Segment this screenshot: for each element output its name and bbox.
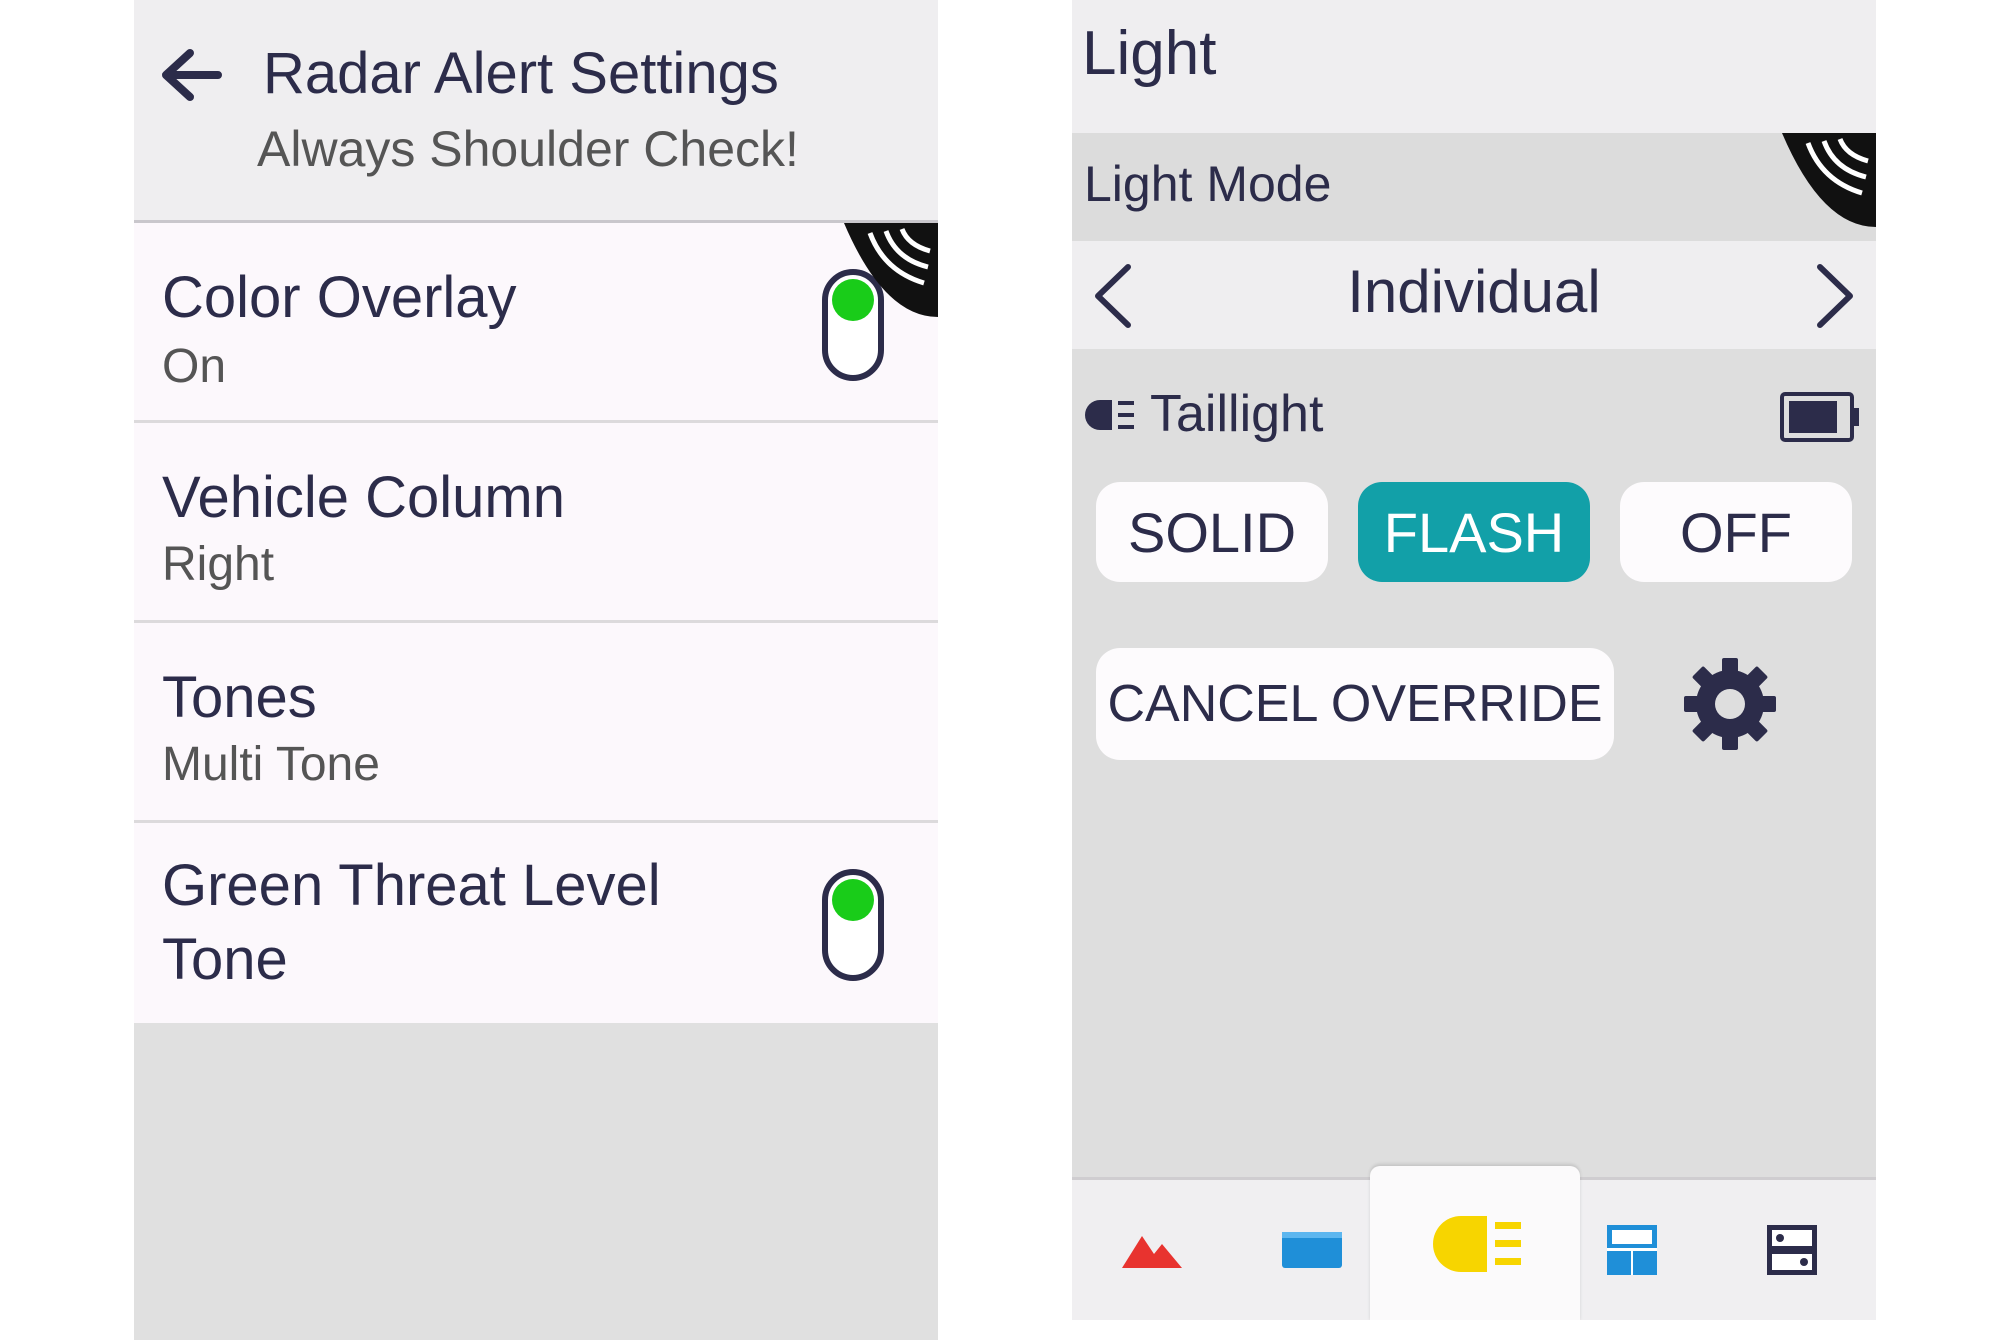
green-threat-tone-toggle[interactable] [822,869,884,981]
light-mode-value: Individual [1347,258,1601,325]
solid-button[interactable]: SOLID [1096,482,1328,582]
page-title: Radar Alert Settings [263,41,779,106]
radar-alert-settings-screen: Radar Alert Settings Always Shoulder Che… [134,0,938,1340]
off-button[interactable]: OFF [1620,482,1852,582]
nav-radar[interactable] [1072,1180,1232,1320]
settings-header: Radar Alert Settings Always Shoulder Che… [134,0,938,223]
dashboard-layout-icon [1607,1225,1657,1275]
setting-value: Multi Tone [162,738,380,791]
setting-row-vehicle-column[interactable]: Vehicle Column Right [134,423,938,623]
light-mode-label: Light Mode [1084,156,1332,212]
setting-row-tones[interactable]: Tones Multi Tone [134,623,938,823]
radar-signal-icon [844,223,938,317]
toggle-knob [832,879,874,921]
bottom-nav [1072,1166,1876,1320]
battery-icon [1780,392,1859,442]
setting-row-color-overlay[interactable]: Color Overlay On [134,223,938,423]
nav-lights[interactable] [1370,1166,1580,1320]
setting-title: Tones [162,665,317,730]
radar-signal-icon [1782,133,1876,227]
page-subtitle: Always Shoulder Check! [257,121,799,177]
setting-title: Vehicle Column [162,465,565,530]
setting-title: Color Overlay [162,265,517,330]
light-screen: Light Light Mode Individual Taillight SO… [1072,0,1876,1320]
nav-display[interactable] [1232,1180,1392,1320]
nav-dashboard[interactable] [1552,1180,1712,1320]
light-mode-bar: Light Mode [1072,133,1876,241]
gear-icon[interactable] [1680,654,1780,754]
setting-value: Right [162,538,275,591]
back-arrow-icon[interactable] [156,45,226,105]
flash-button[interactable]: FLASH [1358,482,1590,582]
taillight-icon [1085,400,1134,430]
radar-mountain-icon [1122,1236,1182,1268]
device-settings-icon [1767,1225,1817,1275]
setting-row-green-threat-tone[interactable]: Green Threat Level Tone [134,823,938,1023]
chevron-right-icon[interactable] [1810,261,1860,331]
cancel-override-button[interactable]: CANCEL OVERRIDE [1096,648,1614,760]
nav-device[interactable] [1712,1180,1872,1320]
headlight-icon [1433,1216,1521,1272]
setting-title-line1: Green Threat Level [162,853,661,918]
page-title: Light [1082,19,1217,88]
setting-title-line2: Tone [162,927,288,992]
light-mode-selector: Individual [1072,241,1876,349]
setting-value: On [162,340,227,393]
display-bar-icon [1282,1232,1342,1268]
taillight-label: Taillight [1150,385,1324,443]
light-header: Light [1072,0,1876,133]
